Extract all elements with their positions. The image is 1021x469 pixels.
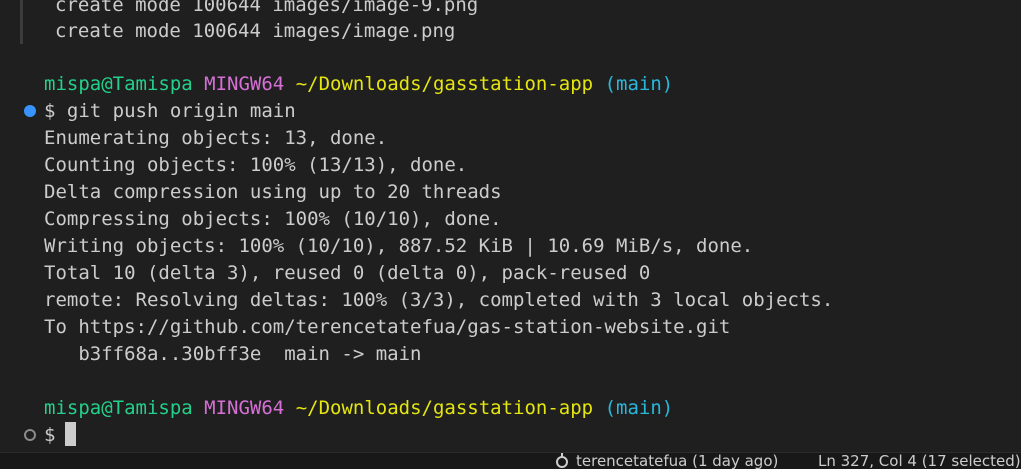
prompt-env: MINGW64 — [204, 397, 285, 419]
output-line: Total 10 (delta 3), reused 0 (delta 0), … — [44, 262, 651, 284]
input-line[interactable]: $ — [44, 422, 77, 449]
prompt-path: ~/Downloads/gasstation-app — [295, 73, 594, 95]
output-line: Compressing objects: 100% (10/10), done. — [44, 208, 502, 230]
input-prompt: $ — [44, 424, 56, 446]
status-bar: terencetatefua (1 day ago) Ln 327, Col 4… — [0, 452, 1021, 469]
output-line: To https://github.com/terencetatefua/gas… — [44, 316, 731, 338]
output-line: Delta compression using up to 20 threads — [44, 181, 502, 203]
cursor-position-item[interactable]: Ln 327, Col 4 (17 selected) — [818, 453, 1021, 469]
output-line: b3ff68a..30bff3e main -> main — [44, 343, 422, 365]
text-cursor — [65, 422, 77, 446]
output-line: Enumerating objects: 13, done. — [44, 127, 388, 149]
command-pending-icon[interactable] — [24, 429, 36, 441]
output-line: create mode 100644 images/image.png — [55, 20, 456, 42]
terminal-panel[interactable]: create mode 100644 images/image-9.png cr… — [0, 0, 1021, 452]
output-group-bar — [20, 0, 23, 44]
git-blame-item[interactable]: terencetatefua (1 day ago) — [556, 452, 779, 469]
prompt-line: mispa@Tamispa MINGW64 ~/Downloads/gassta… — [44, 395, 673, 422]
prompt-env: MINGW64 — [204, 73, 285, 95]
prompt-path: ~/Downloads/gasstation-app — [295, 397, 594, 419]
prompt-line: mispa@Tamispa MINGW64 ~/Downloads/gassta… — [44, 71, 673, 98]
prompt-user: mispa@Tamispa — [44, 397, 193, 419]
prompt-branch: (main) — [604, 397, 674, 419]
output-line: Writing objects: 100% (10/10), 887.52 Ki… — [44, 235, 754, 257]
prompt-user: mispa@Tamispa — [44, 73, 193, 95]
output-line: remote: Resolving deltas: 100% (3/3), co… — [44, 289, 834, 311]
git-commit-icon — [556, 453, 568, 468]
prompt-branch: (main) — [604, 73, 674, 95]
output-line: create mode 100644 images/image-9.png — [55, 0, 479, 16]
output-line: Counting objects: 100% (13/13), done. — [44, 154, 468, 176]
command-line: $ git push origin main — [44, 100, 296, 122]
command-success-icon[interactable] — [24, 105, 36, 117]
git-blame-label: terencetatefua (1 day ago) — [576, 452, 779, 469]
